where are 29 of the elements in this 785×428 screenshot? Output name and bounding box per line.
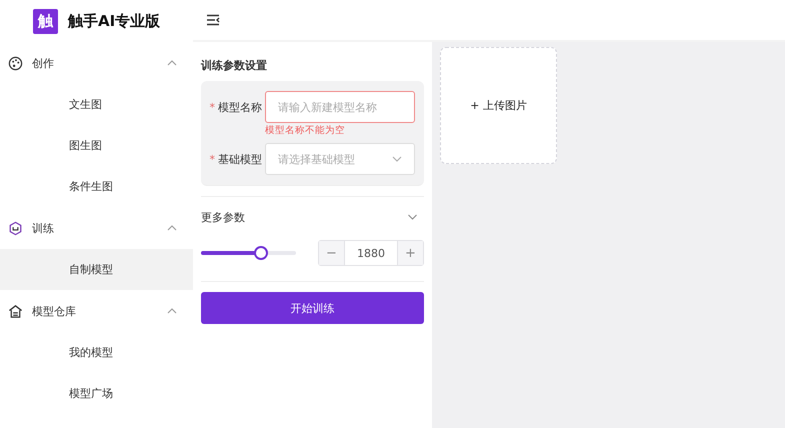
chevron-down-icon bbox=[392, 156, 402, 162]
slider-handle[interactable] bbox=[254, 246, 268, 260]
section-title: 训练参数设置 bbox=[201, 58, 268, 73]
menu-group[interactable]: 创作 bbox=[0, 42, 193, 84]
house-icon bbox=[8, 304, 23, 318]
field-label: 基础模型 bbox=[218, 152, 262, 166]
error-message: 模型名称不能为空 bbox=[265, 124, 346, 137]
start-training-button[interactable]: 开始训练 bbox=[201, 292, 424, 324]
menu-item[interactable]: 图生图 bbox=[0, 125, 193, 166]
required-mark: * bbox=[210, 100, 215, 114]
menu-icon[interactable] bbox=[206, 14, 220, 26]
menu-item[interactable]: 自制模型 bbox=[0, 249, 193, 290]
badge-icon bbox=[8, 220, 23, 236]
input-field[interactable]: 请输入新建模型名称 bbox=[265, 91, 415, 123]
menu-item[interactable]: 条件生图 bbox=[0, 166, 193, 207]
menu-group[interactable]: 模型仓库 bbox=[0, 290, 193, 332]
menu-group[interactable]: 训练 bbox=[0, 207, 193, 249]
upload-button[interactable]: + 上传图片 bbox=[440, 47, 557, 164]
collapse-header[interactable]: 更多参数 bbox=[201, 196, 424, 225]
menu-item[interactable]: 文生图 bbox=[0, 84, 193, 125]
number-field[interactable]: 1880 bbox=[344, 241, 398, 265]
field-label: 模型名称 bbox=[218, 100, 262, 114]
app-title: 触手AI专业版 bbox=[68, 12, 160, 30]
collapse-label: 更多参数 bbox=[201, 210, 245, 224]
menu-item[interactable]: 模型广场 bbox=[0, 373, 193, 414]
palette-icon bbox=[8, 56, 23, 70]
menu-item[interactable]: 我的模型 bbox=[0, 332, 193, 373]
app-logo: 触 bbox=[33, 8, 58, 34]
required-mark: * bbox=[210, 152, 215, 166]
